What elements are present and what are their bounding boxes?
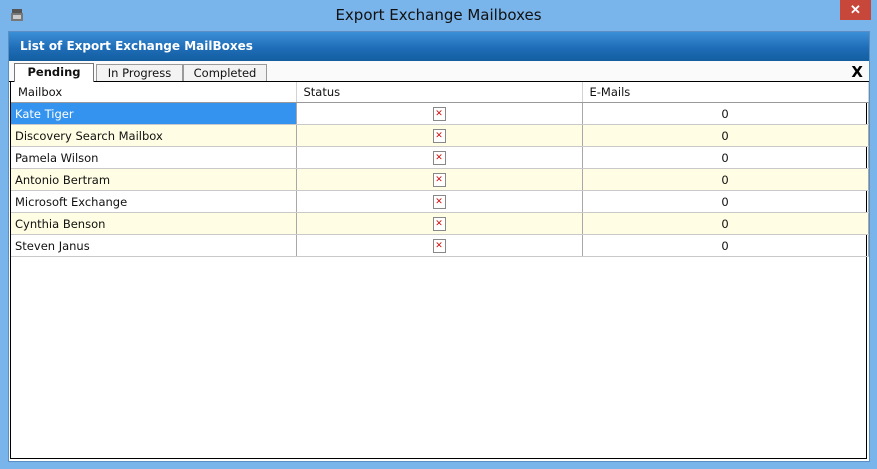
status-cell: ✕ [296, 190, 583, 213]
tab-close-icon[interactable]: X [851, 63, 863, 81]
table-row[interactable]: Pamela Wilson ✕ 0 [11, 146, 869, 169]
header-row: Mailbox Status E-Mails [11, 82, 869, 103]
column-header-status[interactable]: Status [296, 82, 583, 103]
error-x-icon: ✕ [432, 150, 446, 165]
client-area: List of Export Exchange MailBoxes Pendin… [8, 31, 870, 462]
error-x-icon: ✕ [432, 238, 446, 253]
title-bar[interactable]: Export Exchange Mailboxes ✕ [0, 0, 877, 31]
mailbox-cell[interactable]: Steven Janus [11, 234, 297, 257]
status-cell: ✕ [296, 124, 583, 147]
window-title: Export Exchange Mailboxes [335, 6, 542, 24]
error-x-icon: ✕ [432, 172, 446, 187]
tab-completed[interactable]: Completed [183, 64, 267, 81]
mailbox-cell[interactable]: Pamela Wilson [11, 146, 297, 169]
mailbox-cell[interactable]: Discovery Search Mailbox [11, 124, 297, 147]
column-header-emails[interactable]: E-Mails [582, 82, 869, 103]
tab-in-progress[interactable]: In Progress [96, 64, 183, 81]
status-cell: ✕ [296, 146, 583, 169]
table-row[interactable]: Microsoft Exchange ✕ 0 [11, 190, 869, 213]
emails-cell: 0 [582, 212, 869, 235]
emails-cell: 0 [582, 102, 869, 125]
emails-cell: 0 [582, 146, 869, 169]
mailbox-grid: Mailbox Status E-Mails Kate Tiger ✕ 0 Di… [10, 82, 869, 459]
error-x-icon: ✕ [432, 216, 446, 231]
error-x-icon: ✕ [432, 106, 446, 121]
column-header-mailbox[interactable]: Mailbox [11, 82, 297, 103]
status-cell: ✕ [296, 168, 583, 191]
table-row[interactable]: Antonio Bertram ✕ 0 [11, 168, 869, 191]
tab-pending[interactable]: Pending [14, 63, 94, 82]
table-row[interactable]: Steven Janus ✕ 0 [11, 234, 869, 257]
export-exchange-window: Export Exchange Mailboxes ✕ List of Expo… [0, 0, 877, 469]
mailbox-cell[interactable]: Kate Tiger [11, 102, 297, 125]
error-x-icon: ✕ [432, 194, 446, 209]
emails-cell: 0 [582, 168, 869, 191]
status-cell: ✕ [296, 234, 583, 257]
emails-cell: 0 [582, 124, 869, 147]
status-cell: ✕ [296, 212, 583, 235]
table-row[interactable]: Cynthia Benson ✕ 0 [11, 212, 869, 235]
error-x-icon: ✕ [432, 128, 446, 143]
mailbox-cell[interactable]: Microsoft Exchange [11, 190, 297, 213]
table-row[interactable]: Kate Tiger ✕ 0 [11, 102, 869, 125]
tab-strip: Pending In Progress Completed X [9, 61, 869, 82]
emails-cell: 0 [582, 190, 869, 213]
mailbox-cell[interactable]: Antonio Bertram [11, 168, 297, 191]
emails-cell: 0 [582, 234, 869, 257]
status-cell: ✕ [296, 102, 583, 125]
mailbox-table: Mailbox Status E-Mails Kate Tiger ✕ 0 Di… [11, 82, 869, 257]
table-row[interactable]: Discovery Search Mailbox ✕ 0 [11, 124, 869, 147]
banner-title: List of Export Exchange MailBoxes [20, 39, 253, 53]
window-close-button[interactable]: ✕ [840, 0, 871, 20]
mailbox-cell[interactable]: Cynthia Benson [11, 212, 297, 235]
list-banner: List of Export Exchange MailBoxes [9, 32, 869, 61]
